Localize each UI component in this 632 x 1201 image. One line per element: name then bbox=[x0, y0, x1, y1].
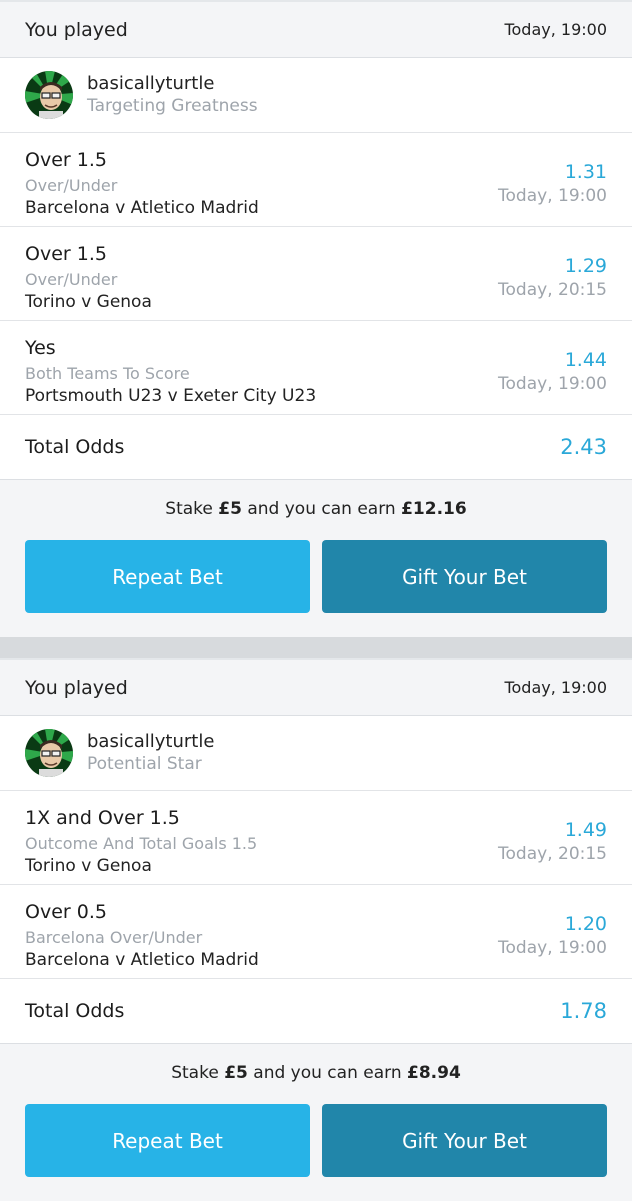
user-rank: Potential Star bbox=[87, 754, 202, 774]
selection-market: Outcome And Total Goals 1.5 bbox=[25, 834, 258, 853]
selection-time: Today, 20:15 bbox=[498, 280, 607, 300]
selection-event: Barcelona v Atletico Madrid bbox=[25, 950, 259, 970]
selection-row[interactable]: 1X and Over 1.5 Outcome And Total Goals … bbox=[0, 791, 632, 885]
selection-row[interactable]: Yes Both Teams To Score Portsmouth U23 v… bbox=[0, 321, 632, 415]
selection-odds: 1.44 bbox=[564, 349, 607, 371]
bet-header-title: You played bbox=[25, 18, 128, 41]
selection-market: Both Teams To Score bbox=[25, 364, 190, 383]
selection-market: Over/Under bbox=[25, 270, 118, 289]
potential-earnings: £8.94 bbox=[407, 1063, 461, 1083]
stake-text: Stake £5 and you can earn £8.94 bbox=[0, 1063, 632, 1083]
total-odds-value: 1.78 bbox=[560, 999, 607, 1023]
stake-amount: £5 bbox=[224, 1063, 248, 1083]
avatar[interactable] bbox=[25, 729, 73, 777]
selection-market: Barcelona Over/Under bbox=[25, 928, 203, 947]
selection-pick: Yes bbox=[25, 337, 56, 359]
username[interactable]: basicallyturtle bbox=[87, 731, 214, 753]
total-odds-label: Total Odds bbox=[25, 436, 125, 458]
bet-footer: Stake £5 and you can earn £12.16 Repeat … bbox=[0, 479, 632, 637]
bet-header-title: You played bbox=[25, 676, 128, 699]
total-odds-label: Total Odds bbox=[25, 1000, 125, 1022]
stake-prefix: Stake bbox=[171, 1063, 219, 1083]
bet-header-time: Today, 19:00 bbox=[504, 678, 607, 697]
selection-row[interactable]: Over 1.5 Over/Under Torino v Genoa 1.29 … bbox=[0, 227, 632, 321]
stake-text: Stake £5 and you can earn £12.16 bbox=[0, 499, 632, 519]
selection-pick: 1X and Over 1.5 bbox=[25, 807, 180, 829]
bet-card: You played Today, 19:00 basicallyturtle … bbox=[0, 658, 632, 1201]
total-odds-row: Total Odds 2.43 bbox=[0, 415, 632, 479]
selection-pick: Over 1.5 bbox=[25, 243, 107, 265]
bet-card: You played Today, 19:00 basicallyturtle … bbox=[0, 0, 632, 637]
selection-time: Today, 19:00 bbox=[498, 186, 607, 206]
potential-earnings: £12.16 bbox=[401, 499, 467, 519]
gift-bet-button[interactable]: Gift Your Bet bbox=[322, 540, 607, 613]
total-odds-row: Total Odds 1.78 bbox=[0, 979, 632, 1043]
bet-header-time: Today, 19:00 bbox=[504, 20, 607, 39]
username[interactable]: basicallyturtle bbox=[87, 73, 258, 95]
stake-middle: and you can earn bbox=[247, 499, 396, 519]
stake-amount: £5 bbox=[218, 499, 242, 519]
selection-time: Today, 19:00 bbox=[498, 374, 607, 394]
user-info: basicallyturtle Potential Star bbox=[87, 731, 214, 775]
selection-pick: Over 1.5 bbox=[25, 149, 107, 171]
selection-pick: Over 0.5 bbox=[25, 901, 107, 923]
total-odds-value: 2.43 bbox=[560, 435, 607, 459]
selection-odds: 1.31 bbox=[564, 161, 607, 183]
selection-odds: 1.49 bbox=[564, 819, 607, 841]
stake-middle: and you can earn bbox=[253, 1063, 402, 1083]
selection-odds: 1.29 bbox=[564, 255, 607, 277]
user-row[interactable]: basicallyturtle Targeting Greatness bbox=[0, 58, 632, 133]
avatar[interactable] bbox=[25, 71, 73, 119]
selection-odds: 1.20 bbox=[564, 913, 607, 935]
selection-event: Barcelona v Atletico Madrid bbox=[25, 198, 259, 218]
user-rank: Targeting Greatness bbox=[87, 96, 258, 116]
selection-event: Torino v Genoa bbox=[25, 856, 152, 876]
user-info: basicallyturtle Targeting Greatness bbox=[87, 73, 258, 117]
selection-row[interactable]: Over 0.5 Barcelona Over/Under Barcelona … bbox=[0, 885, 632, 979]
selection-row[interactable]: Over 1.5 Over/Under Barcelona v Atletico… bbox=[0, 133, 632, 227]
bet-header: You played Today, 19:00 bbox=[0, 0, 632, 58]
gift-bet-button[interactable]: Gift Your Bet bbox=[322, 1104, 607, 1177]
bet-footer: Stake £5 and you can earn £8.94 Repeat B… bbox=[0, 1043, 632, 1201]
selection-event: Torino v Genoa bbox=[25, 292, 152, 312]
selection-event: Portsmouth U23 v Exeter City U23 bbox=[25, 386, 317, 406]
user-row[interactable]: basicallyturtle Potential Star bbox=[0, 716, 632, 791]
selection-time: Today, 19:00 bbox=[498, 938, 607, 958]
selection-market: Over/Under bbox=[25, 176, 118, 195]
stake-prefix: Stake bbox=[165, 499, 213, 519]
selection-time: Today, 20:15 bbox=[498, 844, 607, 864]
repeat-bet-button[interactable]: Repeat Bet bbox=[25, 1104, 310, 1177]
bet-header: You played Today, 19:00 bbox=[0, 658, 632, 716]
repeat-bet-button[interactable]: Repeat Bet bbox=[25, 540, 310, 613]
